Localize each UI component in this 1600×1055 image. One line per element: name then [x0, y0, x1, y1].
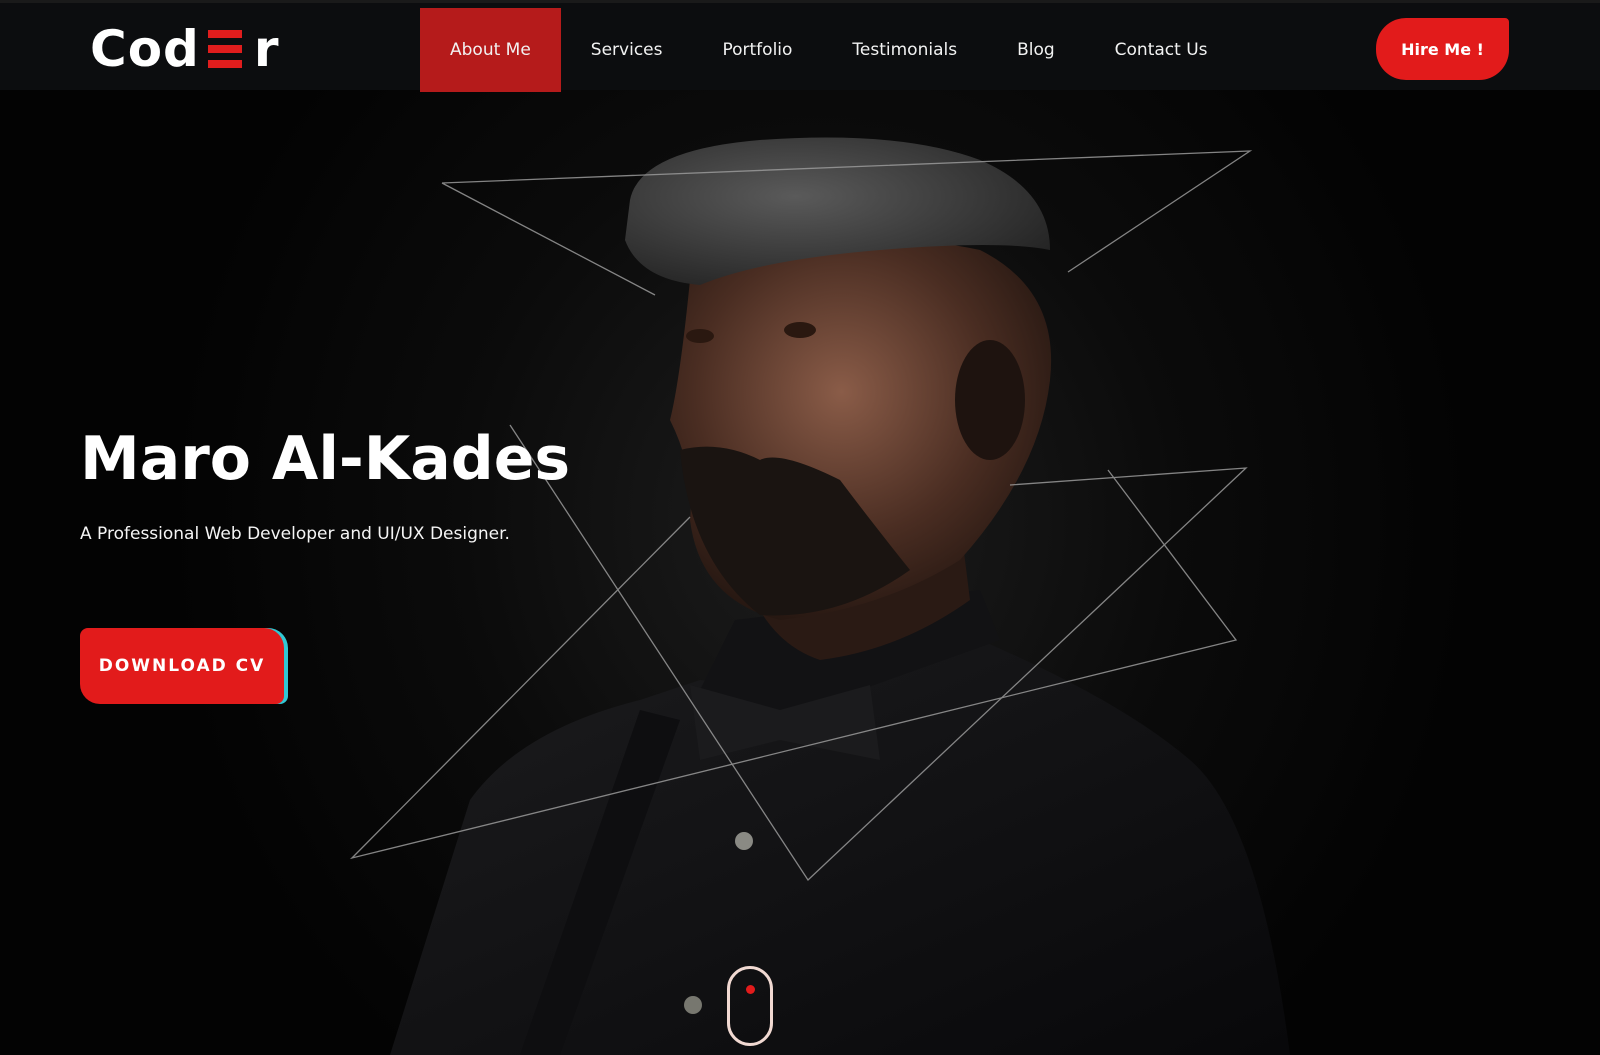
nav-label: Testimonials [852, 40, 958, 60]
hero-name: Maro Al-Kades [80, 424, 571, 494]
nav-item-contact-us[interactable]: Contact Us [1085, 8, 1238, 92]
hero-tagline: A Professional Web Developer and UI/UX D… [80, 524, 510, 544]
logo-prefix: Cod [90, 20, 200, 78]
mouse-scroll-icon[interactable] [727, 966, 773, 1046]
triple-bar-e-icon [207, 30, 242, 68]
hero-page: Cod r About Me Services Portfolio Testim… [0, 0, 1600, 1055]
nav-label: Services [590, 40, 663, 60]
hire-me-button[interactable]: Hire Me ! [1376, 18, 1509, 80]
main-nav: About Me Services Portfolio Testimonials… [420, 8, 1238, 92]
nav-item-about-me[interactable]: About Me [420, 8, 561, 92]
site-logo[interactable]: Cod r [90, 21, 280, 77]
site-header: Cod r About Me Services Portfolio Testim… [0, 0, 1600, 92]
logo-suffix: r [253, 20, 280, 78]
nav-label: About Me [450, 40, 531, 60]
nav-label: Contact Us [1114, 40, 1208, 60]
nav-item-blog[interactable]: Blog [987, 8, 1085, 92]
nav-item-portfolio[interactable]: Portfolio [692, 8, 822, 92]
scroll-dot [746, 985, 755, 994]
nav-item-services[interactable]: Services [561, 8, 693, 92]
download-cv-button[interactable]: DOWNLOAD CV [80, 628, 284, 704]
nav-label: Portfolio [722, 40, 793, 60]
nav-label: Blog [1017, 40, 1055, 60]
nav-item-testimonials[interactable]: Testimonials [822, 8, 987, 92]
